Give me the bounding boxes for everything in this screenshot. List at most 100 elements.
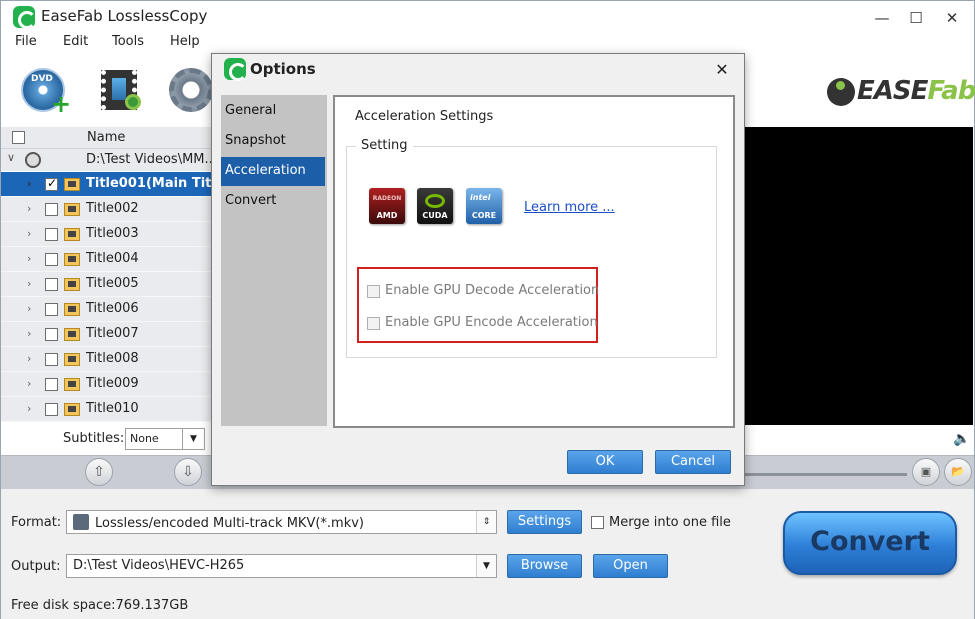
load-dvd-icon[interactable]: DVD +	[19, 66, 71, 116]
cancel-button[interactable]: Cancel	[655, 450, 731, 474]
video-preview	[745, 127, 973, 425]
title-checkbox[interactable]	[45, 203, 58, 216]
title-checkbox[interactable]	[45, 253, 58, 266]
merge-checkbox[interactable]	[591, 516, 604, 529]
volume-icon[interactable]: 🔈	[953, 431, 970, 447]
setting-legend: Setting	[356, 138, 413, 153]
dialog-logo-icon	[224, 58, 247, 81]
title-checkbox[interactable]	[45, 176, 58, 191]
list-item[interactable]: › Title002	[1, 197, 213, 222]
menu-edit[interactable]: Edit	[63, 34, 88, 49]
dialog-close-icon[interactable]: ✕	[710, 58, 734, 82]
folder-icon	[64, 328, 80, 341]
learn-more-link[interactable]: Learn more ...	[524, 200, 615, 215]
gpu-decode-checkbox[interactable]	[367, 285, 380, 298]
move-up-icon[interactable]: ⇧	[85, 458, 113, 486]
brand-text: EASEFab	[857, 76, 975, 106]
folder-icon	[64, 303, 80, 316]
gpu-encode-checkbox[interactable]	[367, 317, 380, 330]
output-value: D:\Test Videos\HEVC-H265	[73, 558, 245, 573]
folder-icon	[64, 253, 80, 266]
move-down-icon[interactable]: ⇩	[174, 458, 202, 486]
title-checkbox[interactable]	[45, 303, 58, 316]
title-checkbox[interactable]	[45, 403, 58, 416]
title-bar: EaseFab LosslessCopy — ☐ ✕	[1, 1, 974, 33]
title-label: Title009	[86, 376, 139, 391]
list-item[interactable]: › Title005	[1, 272, 213, 297]
expand-chevron-icon[interactable]: ›	[27, 302, 31, 315]
expand-chevron-icon[interactable]: ›	[27, 402, 31, 415]
list-item[interactable]: › Title010	[1, 397, 213, 422]
list-item[interactable]: › Title008	[1, 347, 213, 372]
close-icon[interactable]: ✕	[935, 3, 969, 33]
select-all-checkbox[interactable]	[12, 131, 25, 144]
snapshot-icon[interactable]: ▣	[912, 458, 940, 486]
dropdown-arrow-icon[interactable]: ▼	[182, 429, 204, 449]
folder-icon	[64, 278, 80, 291]
folder-icon	[64, 178, 80, 191]
open-button[interactable]: Open	[593, 554, 668, 578]
amd-small-text: RADEON	[372, 195, 402, 202]
title-checkbox[interactable]	[45, 378, 58, 391]
list-item[interactable]: › Title006	[1, 297, 213, 322]
dvd-text: DVD	[31, 74, 53, 84]
options-sidebar: General Snapshot Acceleration Convert	[221, 95, 327, 426]
merge-label: Merge into one file	[609, 515, 731, 530]
video-edit-icon[interactable]	[97, 66, 147, 116]
settings-button[interactable]: Settings	[507, 510, 582, 534]
expand-chevron-icon[interactable]: ›	[27, 377, 31, 390]
subtitles-select[interactable]: None ▼	[125, 428, 205, 450]
expand-chevron-icon[interactable]: ›	[27, 202, 31, 215]
expand-chevron-icon[interactable]: ›	[27, 352, 31, 365]
menu-tools[interactable]: Tools	[112, 34, 144, 49]
list-item[interactable]: › Title007	[1, 322, 213, 347]
browse-button[interactable]: Browse	[507, 554, 582, 578]
expand-chevron-icon[interactable]: ›	[27, 327, 31, 340]
title-checkbox[interactable]	[45, 353, 58, 366]
output-path-select[interactable]: D:\Test Videos\HEVC-H265 ▼	[66, 554, 497, 578]
brand-figure-icon	[827, 78, 855, 106]
free-disk-space: Free disk space:769.137GB	[11, 598, 189, 613]
column-name[interactable]: Name	[87, 130, 125, 145]
list-item[interactable]: › Title003	[1, 222, 213, 247]
minimize-icon[interactable]: —	[865, 3, 899, 33]
settings-gear-icon[interactable]	[167, 66, 217, 116]
expand-chevron-icon[interactable]: ›	[27, 177, 32, 190]
title-label: Title004	[86, 251, 139, 266]
amd-radeon-icon: RADEON AMD	[369, 188, 405, 224]
dialog-title: Options	[250, 60, 316, 78]
convert-button[interactable]: Convert	[783, 511, 957, 575]
expand-chevron-icon[interactable]: ›	[27, 227, 31, 240]
title-checkbox[interactable]	[45, 278, 58, 291]
open-folder-icon[interactable]: 📂	[944, 458, 972, 486]
disc-root-row[interactable]: ∨ D:\Test Videos\MM...	[1, 149, 217, 171]
expand-chevron-icon[interactable]: ›	[27, 252, 31, 265]
collapse-chevron-icon[interactable]: ∨	[7, 151, 15, 164]
list-item[interactable]: › Title004	[1, 247, 213, 272]
title-checkbox[interactable]	[45, 328, 58, 341]
format-select[interactable]: Lossless/encoded Multi-track MKV(*.mkv) …	[66, 510, 497, 534]
easefab-logo: EASEFab	[827, 76, 975, 108]
dropdown-arrow-icon[interactable]: ▼	[476, 555, 496, 577]
app-logo-icon	[13, 6, 36, 29]
list-item[interactable]: › Title001(Main Title	[1, 172, 225, 197]
expand-chevron-icon[interactable]: ›	[27, 277, 31, 290]
tab-convert[interactable]: Convert	[221, 187, 325, 216]
updown-arrow-icon[interactable]: ⇕	[476, 511, 496, 533]
gpu-decode-label: Enable GPU Decode Acceleration	[385, 283, 600, 298]
title-checkbox[interactable]	[45, 228, 58, 241]
maximize-icon[interactable]: ☐	[899, 3, 933, 33]
ok-button[interactable]: OK	[567, 450, 643, 474]
list-item[interactable]: › Title009	[1, 372, 213, 397]
tab-general[interactable]: General	[221, 97, 325, 126]
subtitles-value: None	[130, 432, 159, 445]
panel-heading: Acceleration Settings	[355, 109, 494, 124]
title-label: Title006	[86, 301, 139, 316]
playback-progress[interactable]	[745, 473, 907, 476]
subtitles-label: Subtitles:	[63, 431, 125, 446]
menu-help[interactable]: Help	[170, 34, 200, 49]
tab-acceleration[interactable]: Acceleration	[221, 157, 325, 186]
tab-snapshot[interactable]: Snapshot	[221, 127, 325, 156]
menu-file[interactable]: File	[15, 34, 37, 49]
gpu-encode-label: Enable GPU Encode Acceleration	[385, 315, 598, 330]
